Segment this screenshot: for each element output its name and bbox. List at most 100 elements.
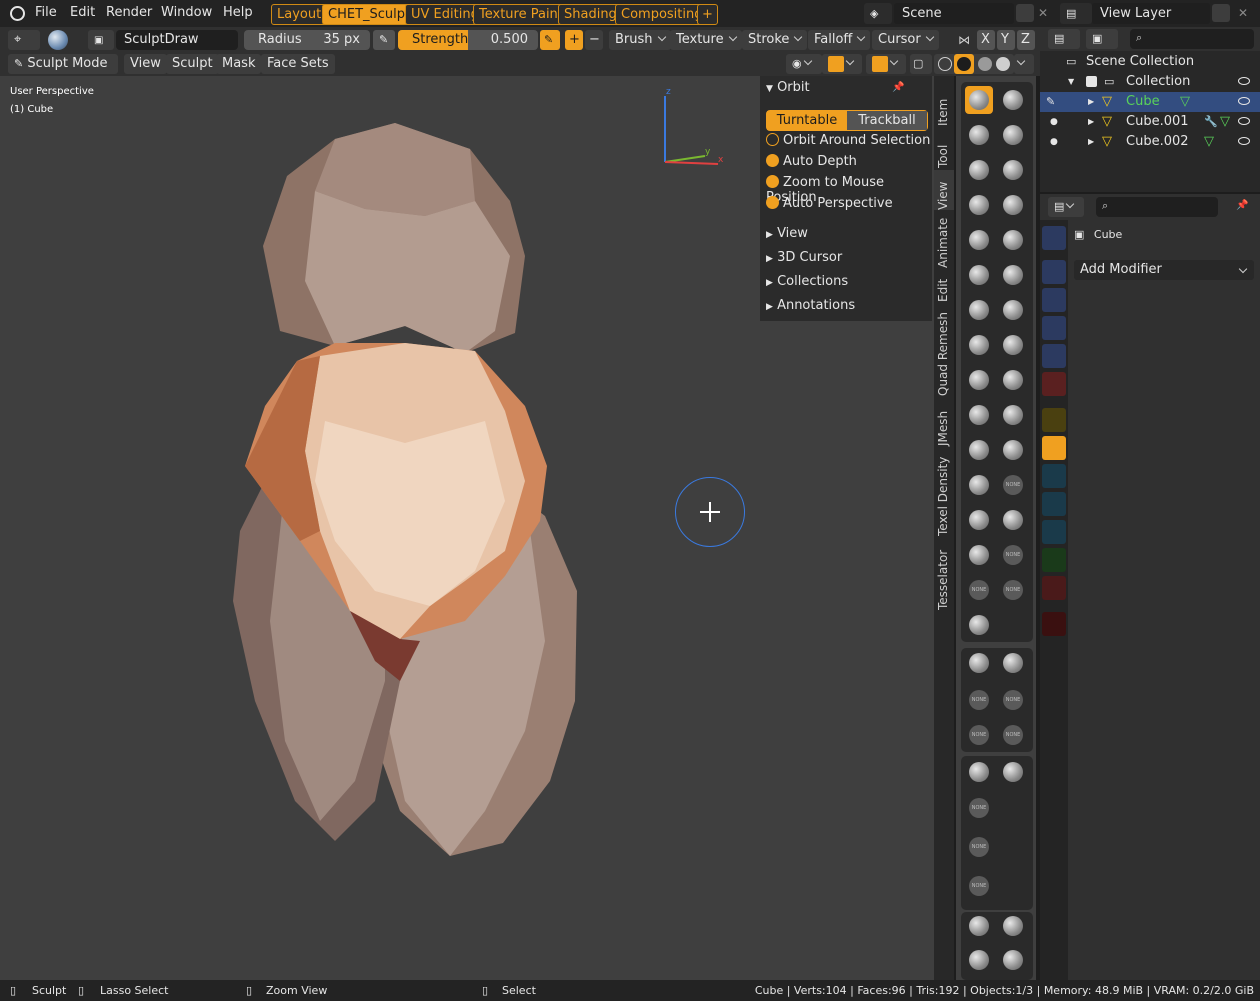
radius-pressure-icon[interactable]: ✎ — [373, 30, 395, 50]
texture-properties-icon[interactable] — [1042, 612, 1066, 636]
pin-icon[interactable]: 📌 — [1236, 200, 1248, 211]
display-mode-dropdown[interactable]: ▣ — [1086, 29, 1118, 49]
sculpt-brush-tool-icon[interactable] — [965, 296, 993, 324]
solid-shading-icon[interactable] — [954, 54, 974, 74]
add-modifier-dropdown[interactable]: Add Modifier — [1074, 260, 1254, 280]
subtract-direction-button[interactable]: − — [585, 30, 603, 50]
empty-tool-slot[interactable]: NONE — [999, 471, 1027, 499]
tab-view[interactable]: View — [934, 170, 954, 210]
tab-compositing[interactable]: Compositing — [615, 4, 709, 25]
empty-tool-slot[interactable]: NONE — [999, 576, 1027, 604]
outliner-editor-type[interactable]: ▤ — [1048, 29, 1080, 49]
tab-tesselator[interactable]: Tesselator — [934, 542, 954, 610]
empty-tool-slot[interactable]: NONE — [965, 576, 993, 604]
strength-pressure-icon[interactable]: ✎ — [540, 30, 560, 50]
scene-properties-icon[interactable] — [1042, 344, 1066, 368]
auto-depth-option[interactable]: Auto Depth — [766, 154, 857, 169]
render-properties-icon[interactable] — [1042, 260, 1066, 284]
brush-name-field[interactable]: SculptDraw — [116, 30, 238, 50]
scene-field[interactable]: Scene — [894, 3, 1014, 24]
symmetry-x-toggle[interactable]: X — [977, 30, 995, 50]
view-section-header[interactable]: ▶ View — [766, 226, 808, 241]
empty-tool-slot[interactable]: NONE — [999, 541, 1027, 569]
sculpt-brush-tool-icon[interactable] — [965, 86, 993, 114]
view-layer-type-dropdown[interactable]: ▤ — [1060, 3, 1092, 24]
tab-texel-density[interactable]: Texel Density — [934, 452, 954, 536]
close-view-layer-icon[interactable]: ✕ — [1238, 6, 1248, 20]
sculpt-brush-tool-icon[interactable] — [999, 401, 1027, 429]
brush-browse-icon[interactable]: ▣ — [88, 30, 114, 50]
cursor-menu[interactable]: Cursor — [872, 30, 939, 50]
sculpt-brush-tool-icon[interactable] — [965, 471, 993, 499]
sculpt-brush-tool-icon[interactable] — [965, 436, 993, 464]
sculpt-brush-tool-icon[interactable] — [965, 611, 993, 639]
tab-texture-paint[interactable]: Texture Paint — [473, 4, 569, 25]
sculpt-brush-tool-icon[interactable] — [965, 191, 993, 219]
data-properties-icon[interactable] — [1042, 548, 1066, 572]
empty-tool-slot[interactable]: NONE — [965, 872, 993, 900]
wireframe-shading-icon[interactable] — [938, 57, 952, 71]
tab-tool[interactable]: Tool — [934, 128, 954, 168]
sculpt-brush-tool-icon[interactable] — [965, 226, 993, 254]
outliner-row-collection[interactable]: ▼ ▭ Collection — [1040, 72, 1260, 92]
visibility-icon[interactable]: ◉ — [786, 54, 822, 74]
particle-properties-icon[interactable] — [1042, 464, 1066, 488]
new-view-layer-icon[interactable] — [1212, 4, 1230, 22]
scene-type-dropdown[interactable]: ◈ — [864, 3, 892, 24]
symmetry-icon[interactable]: ⋈ — [958, 33, 970, 47]
sculpt-brush-tool-icon[interactable] — [965, 758, 993, 786]
physics-properties-icon[interactable] — [1042, 492, 1066, 516]
tab-edit[interactable]: Edit — [934, 270, 954, 302]
sculpt-brush-tool-icon[interactable] — [999, 296, 1027, 324]
menu-edit[interactable]: Edit — [70, 5, 95, 20]
sculpt-brush-tool-icon[interactable] — [999, 331, 1027, 359]
material-properties-icon[interactable] — [1042, 576, 1066, 600]
empty-tool-slot[interactable]: NONE — [999, 721, 1027, 749]
object-properties-icon[interactable] — [1042, 408, 1066, 432]
sculpt-brush-tool-icon[interactable] — [965, 506, 993, 534]
falloff-menu[interactable]: Falloff — [808, 30, 871, 50]
mode-dropdown[interactable]: ✎ Sculpt Mode — [8, 54, 118, 86]
tab-quad-remesh[interactable]: Quad Remesh — [934, 306, 954, 396]
sculpt-brush-tool-icon[interactable] — [999, 191, 1027, 219]
sculpt-brush-tool-icon[interactable] — [999, 226, 1027, 254]
view-layer-properties-icon[interactable] — [1042, 316, 1066, 340]
sculpt-brush-tool-icon[interactable] — [999, 121, 1027, 149]
shading-options-dropdown[interactable] — [1014, 54, 1034, 74]
tab-jmesh[interactable]: JMesh — [934, 402, 954, 446]
auto-perspective-option[interactable]: Auto Perspective — [766, 196, 893, 211]
modifier-properties-icon[interactable] — [1042, 436, 1066, 460]
output-properties-icon[interactable] — [1042, 288, 1066, 312]
symmetry-y-toggle[interactable]: Y — [997, 30, 1015, 50]
sculpt-brush-tool-icon[interactable] — [965, 946, 993, 974]
empty-tool-slot[interactable]: NONE — [965, 833, 993, 861]
world-properties-icon[interactable] — [1042, 372, 1066, 396]
sculpt-brush-tool-icon[interactable] — [999, 506, 1027, 534]
tab-shading[interactable]: Shading — [558, 4, 623, 25]
sculpt-mesh[interactable] — [225, 121, 590, 861]
sculpt-brush-tool-icon[interactable] — [999, 86, 1027, 114]
orbit-section-header[interactable]: ▼ Orbit — [766, 80, 810, 95]
sculpt-brush-tool-icon[interactable] — [965, 121, 993, 149]
eye-icon[interactable] — [1238, 117, 1250, 125]
strength-slider[interactable]: Strength 0.500 — [398, 30, 538, 50]
view-layer-field[interactable]: View Layer — [1092, 3, 1210, 24]
add-direction-button[interactable]: + — [565, 30, 583, 50]
sculpt-brush-tool-icon[interactable] — [999, 946, 1027, 974]
texture-menu[interactable]: Texture — [670, 30, 742, 50]
sculpt-brush-tool-icon[interactable] — [999, 436, 1027, 464]
sculpt-brush-tool-icon[interactable] — [965, 912, 993, 940]
sculpt-brush-tool-icon[interactable] — [999, 649, 1027, 677]
sculpt-brush-tool-icon[interactable] — [965, 366, 993, 394]
axis-gizmo[interactable]: z y x — [650, 84, 730, 174]
new-scene-icon[interactable] — [1016, 4, 1034, 22]
sculpt-brush-tool-icon[interactable] — [965, 541, 993, 569]
outliner-row-scene-collection[interactable]: ▭ Scene Collection — [1040, 52, 1260, 72]
sculpt-brush-tool-icon[interactable] — [965, 156, 993, 184]
tool-properties-icon[interactable] — [1042, 226, 1066, 250]
editor-type-dropdown[interactable]: ⌖ — [8, 30, 40, 50]
pin-icon[interactable]: 📌 — [892, 82, 904, 93]
menu-view[interactable]: View — [124, 54, 167, 74]
brush-preview-icon[interactable] — [48, 30, 68, 50]
stroke-menu[interactable]: Stroke — [742, 30, 808, 50]
